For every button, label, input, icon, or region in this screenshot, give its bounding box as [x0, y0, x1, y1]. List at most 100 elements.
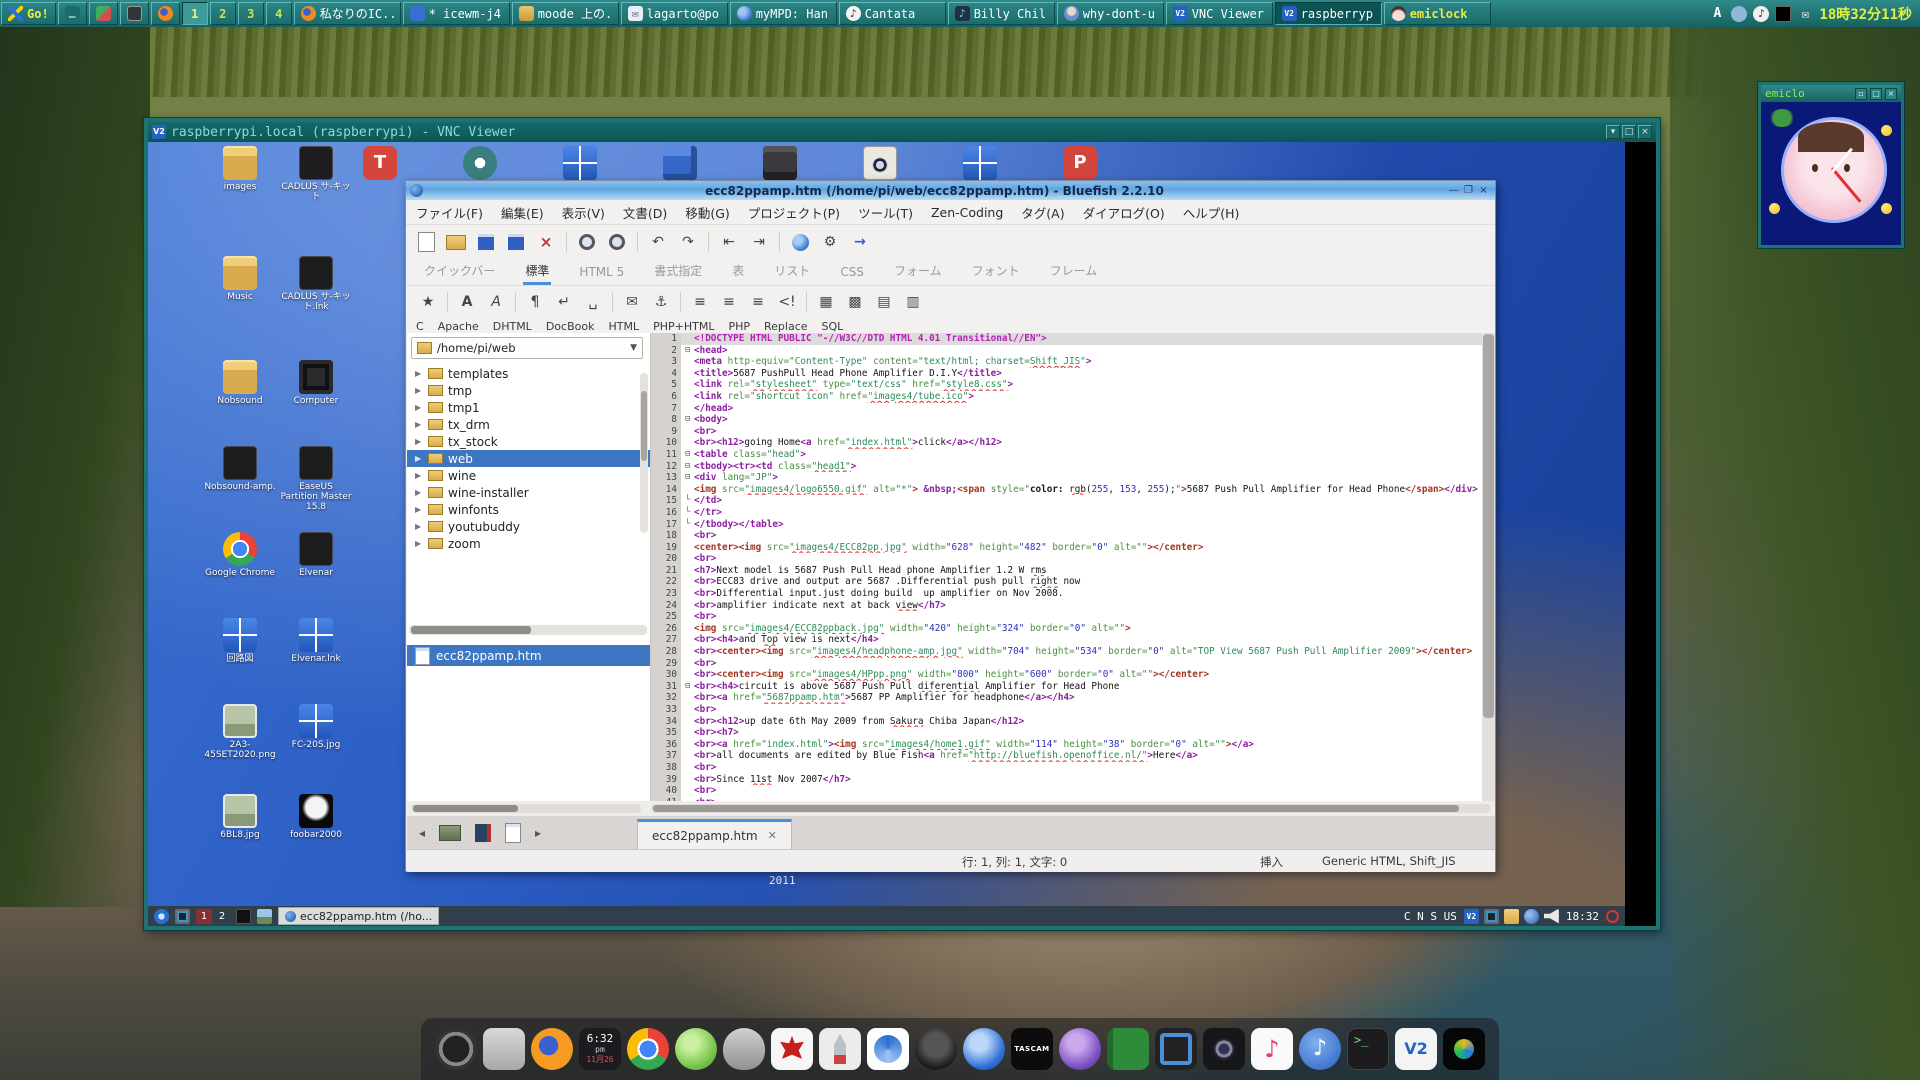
lang-tab-C[interactable]: C	[416, 320, 424, 333]
save-button[interactable]	[474, 230, 498, 254]
code-line[interactable]: 32<br><a href="5687ppamp.htm">5687 PP Am…	[651, 692, 1482, 704]
next-button[interactable]: ▸	[535, 826, 541, 840]
dock-file-manager-gray[interactable]	[483, 1028, 525, 1070]
tree-item-tmp[interactable]: ▶tmp	[407, 382, 650, 399]
music-player-icon[interactable]	[1753, 6, 1769, 22]
lang-tab-SQL[interactable]: SQL	[822, 320, 844, 333]
code-line[interactable]: 25<br>	[651, 611, 1482, 623]
justify-center-button[interactable]: ≡	[717, 290, 741, 314]
dock-maple-leaf[interactable]	[771, 1028, 813, 1070]
code-line[interactable]: 6<link rel="shortcut icon" href="images4…	[651, 391, 1482, 403]
expander-icon[interactable]: ▶	[415, 403, 423, 412]
vnc-minimize-button[interactable]: ▾	[1606, 125, 1620, 139]
menu-表示(V)[interactable]: 表示(V)	[562, 203, 605, 222]
menu-ファイル(F)[interactable]: ファイル(F)	[416, 203, 483, 222]
lang-tab-PHP+HTML[interactable]: PHP+HTML	[653, 320, 714, 333]
desktop-icon[interactable]: foobar2000	[280, 794, 352, 840]
code-line[interactable]: 3<meta http-equiv="Content-Type" content…	[651, 356, 1482, 368]
code-line[interactable]: 28<br><center><img src="images4/headphon…	[651, 646, 1482, 658]
tree-item-winfonts[interactable]: ▶winfonts	[407, 501, 650, 518]
line-break-button[interactable]: ↵	[552, 290, 576, 314]
tab-フォント[interactable]: フォント	[970, 258, 1022, 285]
emiclock-shade-button[interactable]: ▫	[1855, 88, 1867, 100]
code-line[interactable]: 17└</tbody></table>	[651, 519, 1482, 531]
taskbar-task[interactable]: myMPD: Han...	[730, 2, 837, 25]
expander-icon[interactable]: ▶	[415, 471, 423, 480]
display-icon[interactable]	[175, 909, 190, 924]
desktop-icon[interactable]: Nobsound	[204, 360, 276, 406]
fold-marker[interactable]: ⊟	[681, 681, 694, 693]
dock-vnc[interactable]	[1395, 1028, 1437, 1070]
desktop-icon[interactable]	[444, 146, 516, 182]
tab-クイックバー[interactable]: クイックバー	[422, 258, 497, 285]
emiclock-window[interactable]: emiclo ▫ □ ×	[1758, 82, 1904, 248]
code-line[interactable]: 14<img src="images4/logo6550.gif" alt="*…	[651, 484, 1482, 496]
expander-icon[interactable]: ▶	[415, 454, 423, 463]
redo-button[interactable]: ↷	[676, 230, 700, 254]
expander-icon[interactable]: ▶	[415, 437, 423, 446]
fold-marker[interactable]: ⊟	[681, 345, 694, 357]
code-line[interactable]: 20<br>	[651, 553, 1482, 565]
taskbar-task[interactable]: raspberryp...	[1275, 2, 1382, 25]
code-line[interactable]: 39<br>Since 11st Nov 2007</h7>	[651, 774, 1482, 786]
bluefish-minimize-button[interactable]: —	[1446, 185, 1461, 196]
code-line[interactable]: 40<br>	[651, 785, 1482, 797]
paragraph-button[interactable]: ¶	[523, 290, 547, 314]
code-line[interactable]: 11⊟<table class="head">	[651, 449, 1482, 461]
nbsp-button[interactable]: ␣	[581, 290, 605, 314]
close-button[interactable]: ×	[534, 230, 558, 254]
dock-volume-knob[interactable]	[435, 1028, 477, 1070]
menu-編集(E)[interactable]: 編集(E)	[501, 203, 544, 222]
fold-marker[interactable]: ⊟	[681, 461, 694, 473]
remote-workspace-1[interactable]: 1	[196, 909, 212, 924]
lang-tab-PHP[interactable]: PHP	[728, 320, 750, 333]
code-line[interactable]: 29<br>	[651, 658, 1482, 670]
taskbar-task[interactable]: why-dont-u...	[1057, 2, 1164, 25]
thumbnail-button[interactable]: ▤	[872, 290, 896, 314]
desktop-icon[interactable]: EaseUS Partition Master 15.8	[280, 446, 352, 512]
code-line[interactable]: 16└</tr>	[651, 507, 1482, 519]
indent-button[interactable]: ⇥	[747, 230, 771, 254]
taskbar-task[interactable]: lagarto@po...	[621, 2, 728, 25]
desktop-icon[interactable]	[344, 146, 416, 182]
code-line[interactable]: 33<br>	[651, 704, 1482, 716]
taskbar-task[interactable]: emiclock	[1384, 2, 1491, 25]
vnc-icon[interactable]	[1464, 909, 1479, 924]
menu-Zen-Coding[interactable]: Zen-Coding	[931, 205, 1003, 220]
code-line[interactable]: 2⊟<head>	[651, 345, 1482, 357]
terminal-icon[interactable]	[236, 909, 251, 924]
unindent-button[interactable]: ⇤	[717, 230, 741, 254]
dock-clock-widget[interactable]: 6:32pm11月26	[579, 1028, 621, 1070]
taskbar-task[interactable]: moode 上の...	[512, 2, 619, 25]
launcher-show-desktop[interactable]	[58, 2, 87, 25]
tree-item-zoom[interactable]: ▶zoom	[407, 535, 650, 552]
code-editor[interactable]: 1<!DOCTYPE HTML PUBLIC "-//W3C//DTD HTML…	[651, 333, 1495, 801]
tree-item-wine-installer[interactable]: ▶wine-installer	[407, 484, 650, 501]
taskbar-task[interactable]: Cantata	[839, 2, 946, 25]
italic-button[interactable]: A	[484, 290, 508, 314]
browser-preview-button[interactable]	[788, 230, 812, 254]
justify-right-button[interactable]: ≡	[746, 290, 770, 314]
tab-フォーム[interactable]: フォーム	[892, 258, 944, 285]
remote-task-button[interactable]: ecc82ppamp.htm (/ho...	[278, 907, 439, 925]
lang-tab-Replace[interactable]: Replace	[764, 320, 808, 333]
remote-workspace-2[interactable]: 2	[214, 909, 230, 924]
document-tab[interactable]: ecc82ppamp.htm ✕	[637, 819, 792, 849]
menu-ヘルプ(H)[interactable]: ヘルプ(H)	[1183, 203, 1240, 222]
desktop-icon[interactable]	[644, 146, 716, 182]
fold-marker[interactable]: └	[681, 519, 694, 531]
code-line[interactable]: 35<br><h7>	[651, 727, 1482, 739]
taskbar-task[interactable]: VNC Viewer	[1166, 2, 1273, 25]
expander-icon[interactable]: ▶	[415, 386, 423, 395]
desktop-icon[interactable]: Google Chrome	[204, 532, 276, 578]
file-item-ecc82ppamp.htm[interactable]: ecc82ppamp.htm	[407, 645, 650, 666]
multi-thumbnail-button[interactable]: ▥	[901, 290, 925, 314]
find-button[interactable]	[575, 230, 599, 254]
dock-gray-mouse[interactable]	[723, 1028, 765, 1070]
tree-item-youtubuddy[interactable]: ▶youtubuddy	[407, 518, 650, 535]
workspace-button-2[interactable]: 2	[210, 2, 236, 25]
fold-marker[interactable]: ⊟	[681, 414, 694, 426]
desktop-icon[interactable]: Computer	[280, 360, 352, 406]
desktop-icon[interactable]: Elvenar	[280, 532, 352, 578]
vnc-maximize-button[interactable]: □	[1622, 125, 1636, 139]
